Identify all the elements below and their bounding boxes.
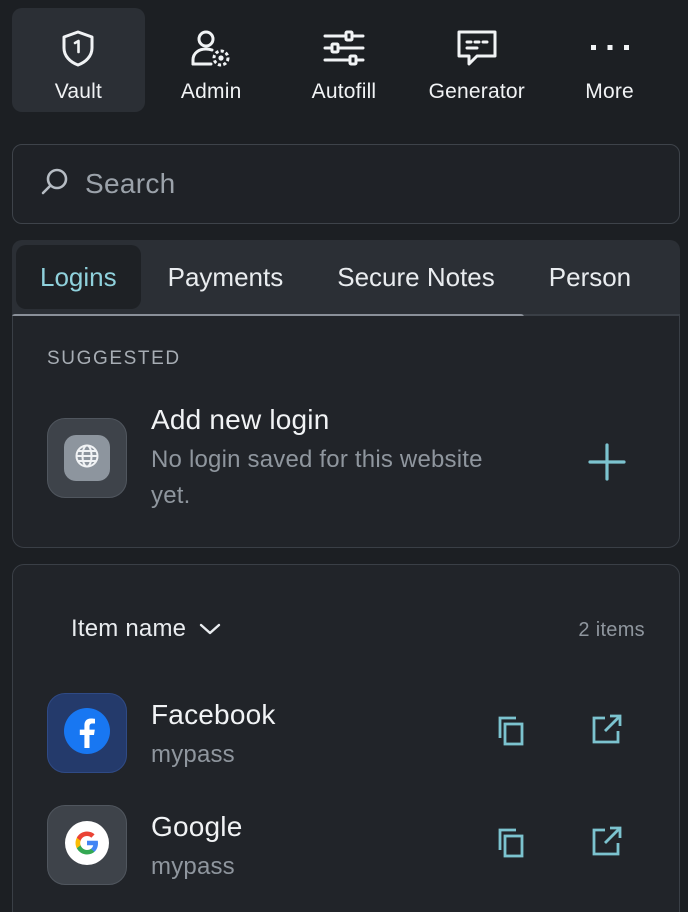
item-name: Facebook bbox=[151, 699, 276, 730]
nav-label: More bbox=[585, 80, 634, 103]
nav-autofill[interactable]: Autofill bbox=[278, 8, 411, 112]
copy-icon bbox=[496, 827, 526, 864]
nav-vault[interactable]: Vault bbox=[12, 8, 145, 112]
copy-button[interactable] bbox=[493, 715, 529, 751]
website-favicon bbox=[47, 418, 127, 498]
add-login-title[interactable]: Add new login bbox=[151, 404, 330, 436]
sort-label: Item name bbox=[71, 615, 187, 642]
tab-logins[interactable]: Logins bbox=[16, 245, 141, 309]
external-link-icon bbox=[591, 713, 623, 750]
category-tabs: Logins Payments Secure Notes Person bbox=[12, 240, 680, 320]
external-link-icon bbox=[591, 825, 623, 862]
globe-icon bbox=[74, 443, 100, 474]
nav-label: Generator bbox=[428, 80, 525, 103]
sliders-icon bbox=[322, 28, 366, 68]
sort-dropdown[interactable]: Item name bbox=[71, 615, 222, 643]
open-link-button[interactable] bbox=[589, 713, 625, 749]
items-list: Item name 2 items Facebook mypass Google… bbox=[12, 564, 680, 912]
facebook-favicon bbox=[47, 693, 127, 773]
copy-button[interactable] bbox=[493, 827, 529, 863]
nav-more[interactable]: More bbox=[543, 8, 676, 112]
nav-generator[interactable]: Generator bbox=[410, 8, 543, 112]
tab-personal[interactable]: Person bbox=[522, 245, 658, 309]
list-item-facebook[interactable]: Facebook mypass bbox=[13, 693, 681, 805]
item-count: 2 items bbox=[578, 619, 645, 641]
tab-secure-notes[interactable]: Secure Notes bbox=[310, 245, 522, 309]
open-link-button[interactable] bbox=[589, 825, 625, 861]
shield-icon bbox=[56, 28, 100, 68]
facebook-icon bbox=[63, 707, 111, 760]
search-input[interactable] bbox=[85, 168, 645, 200]
search-box[interactable] bbox=[12, 144, 680, 224]
google-icon bbox=[64, 820, 110, 871]
item-username: mypass bbox=[151, 741, 235, 768]
copy-icon bbox=[496, 715, 526, 752]
app-root: Vault Admin Autofill Generator More Sear… bbox=[0, 0, 688, 912]
suggested-section: SUGGESTED Add new login No login saved f… bbox=[12, 316, 680, 548]
add-login-button[interactable] bbox=[585, 440, 629, 484]
nav-label: Vault bbox=[54, 80, 103, 103]
item-username: mypass bbox=[151, 853, 235, 880]
google-favicon bbox=[47, 805, 127, 885]
nav-label: Autofill bbox=[311, 80, 377, 103]
add-login-subtitle-line2: yet. bbox=[151, 482, 191, 509]
list-item-google[interactable]: Google mypass bbox=[13, 805, 681, 912]
chat-generator-icon bbox=[455, 28, 499, 68]
top-nav: Vault Admin Autofill Generator More bbox=[12, 8, 676, 112]
search-icon bbox=[39, 166, 71, 203]
add-login-subtitle-line1: No login saved for this website bbox=[151, 446, 483, 473]
admin-user-gear-icon bbox=[189, 28, 233, 68]
tab-payments[interactable]: Payments bbox=[141, 245, 311, 309]
plus-icon bbox=[585, 443, 629, 488]
chevron-down-icon bbox=[198, 621, 222, 637]
more-dots-icon bbox=[588, 28, 632, 68]
nav-label: Admin bbox=[180, 80, 242, 103]
item-name: Google bbox=[151, 811, 243, 842]
section-title: SUGGESTED bbox=[47, 348, 181, 369]
nav-admin[interactable]: Admin bbox=[145, 8, 278, 112]
